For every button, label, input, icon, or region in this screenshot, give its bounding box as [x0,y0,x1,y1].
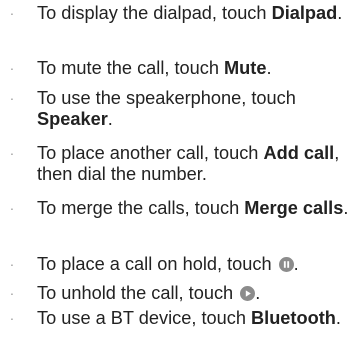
item-bold-text: Dialpad [271,3,338,23]
play-icon [240,286,256,301]
item-text: To display the dialpad, touch [37,3,272,23]
item-text: To merge the calls, touch [37,198,245,218]
item-text: To unhold the call, touch [37,283,239,303]
instruction-list: · To display the dialpad, touch Dialpad.… [0,0,354,351]
list-item-merge-calls: · To merge the calls, touch Merge calls. [0,198,354,219]
item-bold-text: Speaker [37,109,108,129]
item-suffix: . [266,58,272,78]
list-item-add-call: · To place another call, touch Add call,… [0,143,354,185]
item-bold-text: Merge calls [244,198,344,218]
bullet: · [9,256,15,272]
list-item-hold: · To place a call on hold, touch . [0,254,354,275]
list-item-speaker: · To use the speakerphone, touch Speaker… [0,88,354,130]
item-suffix: . [335,308,341,328]
bullet: · [9,145,15,161]
item-bold-text: Bluetooth [251,308,336,328]
item-suffix: . [255,283,261,303]
bullet: · [9,285,15,301]
bullet: · [9,310,15,326]
bullet: · [9,5,15,21]
item-suffix: . [337,3,343,23]
item-bold-text: Add call [263,143,335,163]
item-suffix: . [343,198,349,218]
list-item-bluetooth: · To use a BT device, touch Bluetooth. [0,308,354,329]
bullet: · [9,200,15,216]
item-text: To use a BT device, touch [37,308,251,328]
list-item-mute: · To mute the call, touch Mute. [0,58,354,79]
item-suffix: . [293,254,299,274]
bullet: · [9,60,15,76]
list-item-dialpad: · To display the dialpad, touch Dialpad. [0,3,354,24]
bullet: · [9,90,15,106]
item-text: To mute the call, touch [37,58,225,78]
item-text: To use the speakerphone, touch [37,88,296,108]
pause-icon [278,257,294,272]
item-text: To place a call on hold, touch [37,254,277,274]
item-bold-text: Mute [224,58,267,78]
list-item-unhold: · To unhold the call, touch . [0,283,354,304]
item-text: To place another call, touch [37,143,264,163]
item-suffix: . [107,109,113,129]
